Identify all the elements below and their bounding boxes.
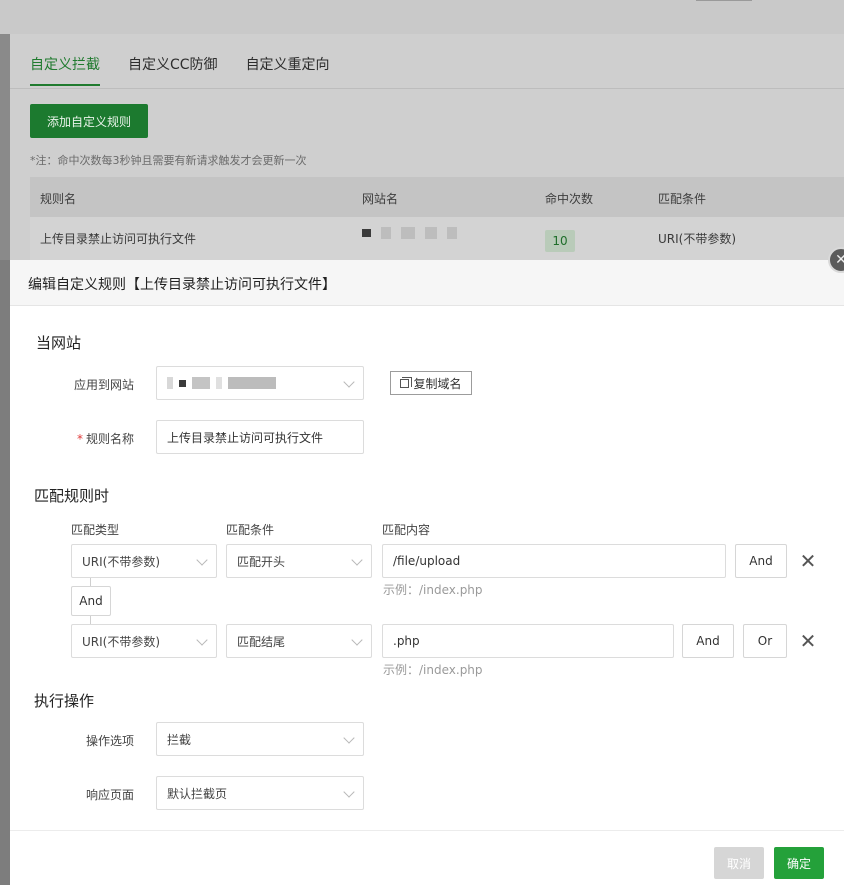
- confirm-button[interactable]: 确定: [774, 847, 824, 879]
- apply-site-label: 应用到网站: [73, 378, 134, 392]
- top-strip: [0, 0, 844, 34]
- and-connector-line: [90, 578, 91, 586]
- redacted-block: [179, 379, 186, 387]
- action-option-label: 操作选项: [85, 734, 134, 748]
- tabs-divider: [10, 88, 844, 89]
- col-match-content: 匹配内容: [382, 523, 431, 537]
- rule-name-label: * 规则名称: [50, 430, 134, 447]
- chevron-down-icon: [196, 634, 208, 646]
- match-condition-value: 匹配结尾: [237, 634, 286, 649]
- response-page-value: 默认拦截页: [167, 786, 228, 801]
- match-type-select-2[interactable]: URI(不带参数): [71, 624, 217, 658]
- rules-page: 自定义拦截 自定义CC防御 自定义重定向 添加自定义规则 *注：命中次数每3秒钟…: [10, 34, 844, 260]
- copy-domain-button[interactable]: 复制域名: [390, 371, 472, 395]
- redacted-block: [228, 377, 276, 389]
- left-edge-shadow: [0, 260, 10, 885]
- match-condition-select-2[interactable]: 匹配结尾: [226, 624, 372, 658]
- chevron-down-icon: [343, 732, 355, 744]
- rule-name-input[interactable]: 上传目录禁止访问可执行文件: [156, 420, 364, 454]
- match-content-input-2[interactable]: .php: [382, 624, 674, 658]
- site-select[interactable]: [156, 366, 364, 400]
- edit-rule-modal: 编辑自定义规则【上传目录禁止访问可执行文件】 当网站 应用到网站 复制域名 * 规…: [10, 260, 844, 885]
- rule-tabs: 自定义拦截 自定义CC防御 自定义重定向: [30, 52, 358, 88]
- match-section-title: 匹配规则时: [34, 487, 110, 505]
- redacted-block: [425, 227, 437, 239]
- site-select-value: [167, 377, 276, 389]
- add-rule-button[interactable]: 添加自定义规则: [30, 104, 148, 138]
- cancel-button[interactable]: 取消: [714, 847, 764, 879]
- close-icon[interactable]: ✕: [798, 549, 818, 573]
- col-rule-name: 规则名: [40, 192, 77, 206]
- copy-icon: [400, 376, 413, 388]
- action-option-select[interactable]: 拦截: [156, 722, 364, 756]
- chevron-down-icon: [196, 554, 208, 566]
- col-match-type: 匹配类型: [71, 523, 120, 537]
- col-hits: 命中次数: [545, 192, 594, 206]
- footer-divider: [10, 830, 844, 831]
- rule-name-label-text: 规则名称: [85, 432, 134, 446]
- row-site-name: [362, 227, 457, 239]
- rules-table-header: 规则名 网站名 命中次数 匹配条件: [30, 177, 844, 217]
- response-page-select[interactable]: 默认拦截页: [156, 776, 364, 810]
- and-button-1[interactable]: And: [735, 544, 787, 578]
- and-button-2[interactable]: And: [682, 624, 734, 658]
- match-hint-1: 示例：/index.php: [383, 583, 483, 597]
- chevron-down-icon: [351, 634, 363, 646]
- table-row[interactable]: 上传目录禁止访问可执行文件 10 URI(不带参数): [30, 217, 844, 260]
- match-type-select-1[interactable]: URI(不带参数): [71, 544, 217, 578]
- redacted-block: [192, 377, 210, 389]
- action-section-title: 执行操作: [34, 692, 95, 710]
- chevron-down-icon: [351, 554, 363, 566]
- response-page-label: 响应页面: [85, 788, 134, 802]
- redacted-block: [167, 377, 173, 389]
- action-option-value: 拦截: [167, 732, 192, 747]
- close-icon[interactable]: ✕: [798, 629, 818, 653]
- and-connector-line: [90, 616, 91, 624]
- row-rule-name: 上传目录禁止访问可执行文件: [40, 232, 197, 246]
- top-strip-underline: [696, 0, 752, 1]
- or-button[interactable]: Or: [743, 624, 787, 658]
- tab-custom-cc[interactable]: 自定义CC防御: [128, 52, 218, 86]
- col-site-name: 网站名: [362, 192, 399, 206]
- match-condition-select-1[interactable]: 匹配开头: [226, 544, 372, 578]
- row-condition: URI(不带参数): [658, 232, 737, 246]
- match-type-value: URI(不带参数): [82, 554, 161, 569]
- chevron-down-icon: [343, 376, 355, 388]
- col-condition: 匹配条件: [658, 192, 707, 206]
- and-connector-tag[interactable]: And: [71, 586, 111, 616]
- chevron-down-icon: [343, 786, 355, 798]
- match-condition-value: 匹配开头: [237, 554, 286, 569]
- tab-custom-redirect[interactable]: 自定义重定向: [246, 52, 330, 86]
- hit-count-badge: 10: [545, 230, 575, 252]
- col-match-condition: 匹配条件: [226, 523, 275, 537]
- hit-count-note: *注：命中次数每3秒钟且需要有新请求触发才会更新一次: [30, 154, 307, 167]
- redacted-block: [381, 227, 391, 239]
- redacted-block: [401, 227, 415, 239]
- match-type-value: URI(不带参数): [82, 634, 161, 649]
- copy-domain-label: 复制域名: [413, 376, 462, 391]
- required-asterisk: *: [76, 432, 83, 446]
- redacted-block: [447, 227, 457, 239]
- match-hint-2: 示例：/index.php: [383, 663, 483, 677]
- redacted-block: [216, 377, 222, 389]
- match-content-input-1[interactable]: /file/upload: [382, 544, 726, 578]
- site-section-title: 当网站: [36, 334, 82, 352]
- site-favicon: [362, 229, 371, 237]
- tab-custom-block[interactable]: 自定义拦截: [30, 52, 100, 86]
- modal-title: 编辑自定义规则【上传目录禁止访问可执行文件】: [10, 260, 844, 306]
